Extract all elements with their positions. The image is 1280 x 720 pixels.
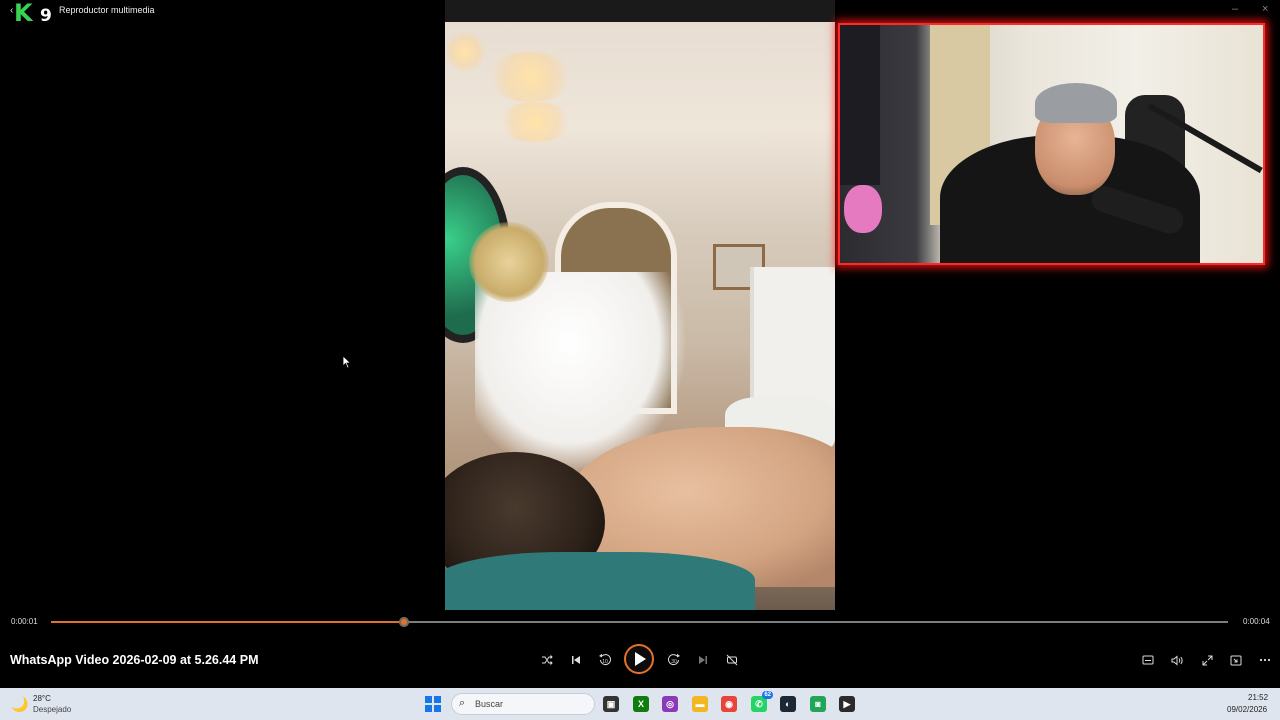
chrome-icon[interactable]: ◉ — [721, 696, 737, 712]
seek-bar[interactable] — [51, 617, 1228, 627]
repeat-off-icon[interactable] — [722, 650, 742, 670]
close-icon[interactable]: × — [1262, 3, 1268, 15]
whatsapp-icon[interactable]: ✆ 62 — [751, 691, 773, 712]
seek-row: 0:00:01 0:00:04 — [0, 612, 1280, 632]
forward-30-icon[interactable]: 30 — [664, 650, 684, 670]
play-icon — [635, 652, 646, 666]
start-button[interactable] — [425, 696, 441, 712]
skip-next-icon[interactable] — [693, 650, 713, 670]
seek-progress — [51, 621, 405, 623]
moon-weather-icon[interactable]: 🌙 — [11, 696, 28, 712]
taskbar-search[interactable]: ⌕ Buscar — [451, 693, 595, 715]
video-top-strip — [445, 0, 835, 22]
playback-controls: WhatsApp Video 2026-02-09 at 5.26.44 PM … — [0, 640, 1280, 680]
therapist-hair — [469, 222, 549, 302]
task-view-icon[interactable]: ▣ — [603, 696, 619, 712]
webcam-shelf — [840, 25, 880, 185]
steam-icon[interactable]: ◐ — [780, 696, 796, 712]
weather-temperature[interactable]: 28°C — [33, 694, 51, 703]
file-name: WhatsApp Video 2026-02-09 at 5.26.44 PM — [10, 653, 259, 667]
media-player-window: ‹ K 9 Reproductor multimedia – × 0:00:01… — [0, 0, 1280, 688]
plush-toy — [844, 185, 882, 233]
forward-label: 30 — [671, 659, 677, 665]
rewind-10-icon[interactable]: 10 — [595, 650, 615, 670]
captions-icon[interactable] — [1138, 650, 1158, 670]
seek-thumb[interactable] — [399, 617, 410, 627]
minimize-icon[interactable]: – — [1232, 3, 1238, 15]
windows-logo-tile — [434, 696, 441, 703]
skip-previous-icon[interactable] — [566, 650, 586, 670]
xbox-icon[interactable]: X — [633, 696, 649, 712]
volume-icon[interactable] — [1167, 650, 1187, 670]
search-icon: ⌕ — [459, 697, 466, 709]
windows-logo-tile — [434, 705, 441, 712]
more-options-icon[interactable] — [1255, 650, 1275, 670]
streamer-cap — [1035, 83, 1117, 123]
ceiling-light — [495, 102, 575, 142]
channel-logo: K 9 — [12, 1, 56, 25]
webcam-overlay — [838, 23, 1265, 265]
logo-9: 9 — [40, 6, 52, 26]
media-player-icon[interactable]: ▶ — [839, 696, 855, 712]
windows-logo-tile — [425, 705, 432, 712]
current-time: 0:00:01 — [11, 617, 38, 626]
notification-badge: 62 — [762, 691, 773, 699]
teal-towel — [445, 552, 755, 610]
play-button[interactable] — [624, 644, 654, 674]
ceiling-light — [445, 32, 485, 72]
file-explorer-icon[interactable]: ▬ — [692, 696, 708, 712]
search-placeholder: Buscar — [475, 699, 504, 709]
total-time: 0:00:04 — [1243, 617, 1270, 626]
logo-k: K — [14, 0, 33, 27]
weather-description[interactable]: Despejado — [33, 705, 71, 714]
discord-icon[interactable]: ◙ — [810, 696, 826, 712]
photos-icon[interactable]: ◎ — [662, 696, 678, 712]
mini-player-icon[interactable] — [1226, 650, 1246, 670]
windows-logo-tile — [425, 696, 432, 703]
shuffle-icon[interactable] — [537, 650, 557, 670]
shelf — [750, 267, 835, 417]
fullscreen-icon[interactable] — [1197, 650, 1217, 670]
ceiling-light — [485, 52, 575, 102]
video-frame[interactable] — [445, 22, 835, 610]
taskbar: 🌙 28°C Despejado ⌕ Buscar ▣ X ◎ ▬ ◉ ✆ 62 ◐ ◙ ▶ 21… — [0, 688, 1280, 720]
rewind-label: 10 — [602, 659, 608, 665]
window-title: Reproductor multimedia — [59, 5, 155, 15]
clock-date[interactable]: 09/02/2026 — [1227, 705, 1267, 714]
clock-time[interactable]: 21:52 — [1248, 693, 1268, 702]
